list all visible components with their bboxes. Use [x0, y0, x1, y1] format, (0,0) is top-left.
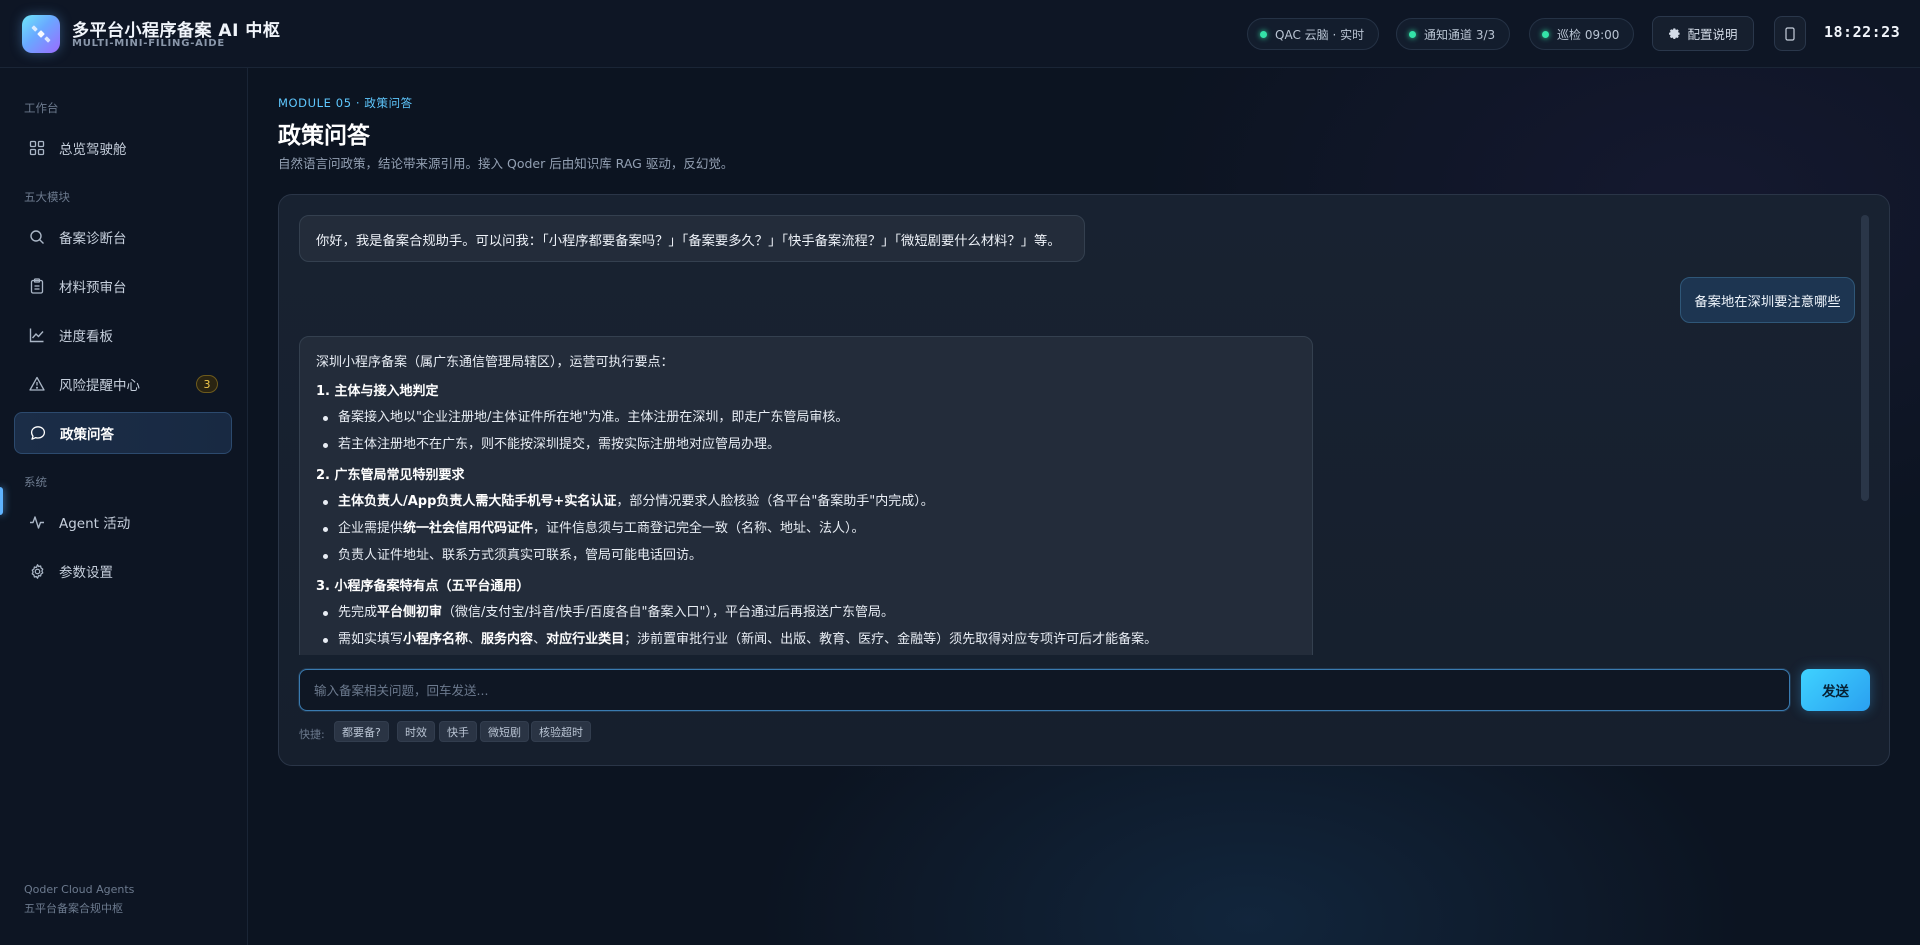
- answer-text: 需如实填写: [338, 632, 404, 647]
- sidebar-item-label: 参数设置: [59, 565, 113, 581]
- trend-chart-icon: [28, 326, 46, 344]
- assistant-message: 你好，我是备案合规助手。可以问我：「小程序都要备案吗？」「备案要多久？」「快手备…: [299, 215, 1085, 262]
- answer-heading: 3. 小程序备案特有点（五平台通用）: [316, 579, 530, 594]
- status-pill-patrol: 巡检 09:00: [1529, 18, 1635, 50]
- message-list[interactable]: 你好，我是备案合规助手。可以问我：「小程序都要备案吗？」「备案要多久？」「快手备…: [279, 195, 1889, 655]
- status-pill-qac: QAC 云脑 · 实时: [1247, 18, 1380, 50]
- phone-icon: [1785, 26, 1795, 41]
- app-logo: [22, 15, 60, 53]
- answer-text: （微信/支付宝/抖音/快手/百度各自"备案入口"），平台通过后再报送广东管局。: [442, 605, 895, 620]
- sidebar-item-agent[interactable]: Agent 活动: [14, 501, 232, 543]
- clock: 18:22:23: [1824, 23, 1901, 41]
- sidebar-item-label: 进度看板: [59, 329, 113, 345]
- answer-emphasis: 对应行业类目: [546, 632, 625, 647]
- answer-item: 若主体注册地不在广东，则不能按深圳提交，需按实际注册地对应管局办理。: [316, 436, 1296, 454]
- answer-text: 企业需提供: [338, 521, 404, 536]
- answer-item: 备案接入地以"企业注册地/主体证件所在地"为准。主体注册在深圳，即走广东管局审核…: [316, 409, 1296, 427]
- footer-tagline: 五平台备案合规中枢: [24, 902, 123, 915]
- answer-emphasis: 小程序名称: [403, 632, 469, 647]
- satellite-icon: [31, 25, 51, 43]
- app-subtitle: MULTI-MINI-FILING-AIDE: [72, 38, 225, 49]
- status-dot: [1409, 30, 1416, 38]
- quick-chip[interactable]: 微短剧: [480, 721, 529, 742]
- answer-text: ，部分情况要求人脸核验（各平台"备案助手"内完成）。: [616, 494, 934, 509]
- status-label: 通知通道 3/3: [1424, 27, 1496, 42]
- answer-text: ；涉前置审批行业（新闻、出版、教育、医疗、金融等）须先取得对应专项许可后才能备案…: [624, 632, 1158, 647]
- search-icon: [28, 228, 46, 246]
- sidebar-item-settings[interactable]: 参数设置: [14, 550, 232, 592]
- sidebar: 工作台 总览驾驶舱 五大模块 备案诊断台 材料预审台 进度看板 风险提醒中心 3: [0, 68, 248, 945]
- chat-bubble-icon: [29, 424, 47, 442]
- quick-chip[interactable]: 核验超时: [531, 721, 591, 742]
- answer-emphasis: 统一社会信用代码证件: [403, 521, 534, 536]
- answer-item: 先完成平台侧初审（微信/支付宝/抖音/快手/百度各自"备案入口"），平台通过后再…: [316, 604, 1296, 622]
- answer-item: 主体负责人/App负责人需大陆手机号+实名认证，部分情况要求人脸核验（各平台"备…: [316, 493, 1296, 511]
- sidebar-item-label: 备案诊断台: [59, 231, 127, 247]
- send-button[interactable]: 发送: [1801, 669, 1870, 711]
- active-indicator: [0, 487, 3, 515]
- answer-heading: 1. 主体与接入地判定: [316, 384, 439, 399]
- answer-emphasis: 服务内容: [481, 632, 534, 647]
- mobile-view-button[interactable]: [1774, 16, 1806, 51]
- chat-scrollbar[interactable]: [1861, 215, 1869, 501]
- answer-item: 企业需提供统一社会信用代码证件，证件信息须与工商登记完全一致（名称、地址、法人）…: [316, 520, 1296, 538]
- clipboard-icon: [28, 277, 46, 295]
- sidebar-item-label: 材料预审台: [59, 280, 127, 296]
- answer-emphasis: 主体负责人/App负责人需大陆手机号+实名认证: [338, 494, 617, 509]
- status-pill-notify: 通知通道 3/3: [1396, 18, 1511, 50]
- module-tag: MODULE 05 · 政策问答: [278, 96, 413, 110]
- answer-item: 需如实填写小程序名称、服务内容、对应行业类目；涉前置审批行业（新闻、出版、教育、…: [316, 631, 1296, 649]
- sidebar-item-progress[interactable]: 进度看板: [14, 314, 232, 356]
- quick-chip[interactable]: 时效: [397, 721, 435, 742]
- quick-chip[interactable]: 都要备?: [334, 721, 389, 742]
- quick-chip[interactable]: 快手: [439, 721, 477, 742]
- answer-heading: 2. 广东管局常见特别要求: [316, 468, 465, 483]
- gear-icon: [28, 562, 46, 580]
- answer-list: 备案接入地以"企业注册地/主体证件所在地"为准。主体注册在深圳，即走广东管局审核…: [316, 409, 1296, 454]
- sidebar-item-diagnosis[interactable]: 备案诊断台: [14, 216, 232, 258]
- answer-emphasis: 平台侧初审: [377, 605, 443, 620]
- chat-panel: 你好，我是备案合规助手。可以问我：「小程序都要备案吗？」「备案要多久？」「快手备…: [278, 194, 1890, 766]
- answer-text: 先完成: [338, 605, 378, 620]
- config-guide-label: 配置说明: [1687, 27, 1738, 42]
- answer-list: 先完成平台侧初审（微信/支付宝/抖音/快手/百度各自"备案入口"），平台通过后再…: [316, 604, 1296, 649]
- warning-icon: [28, 375, 46, 393]
- user-message: 备案地在深圳要注意哪些: [1680, 277, 1855, 323]
- answer-list: 主体负责人/App负责人需大陆手机号+实名认证，部分情况要求人脸核验（各平台"备…: [316, 493, 1296, 565]
- answer-text: ，证件信息须与工商登记完全一致（名称、地址、法人）。: [533, 521, 865, 536]
- answer-intro: 深圳小程序备案（属广东通信管理局辖区），运营可执行要点：: [316, 355, 674, 370]
- question-input[interactable]: [314, 682, 1789, 698]
- answer-item: 负责人证件地址、联系方式须真实可联系，管局可能电话回访。: [316, 547, 1296, 565]
- sidebar-item-label: 风险提醒中心: [59, 378, 140, 394]
- top-bar: 多平台小程序备案 AI 中枢 MULTI-MINI-FILING-AIDE QA…: [0, 0, 1920, 68]
- sidebar-item-dashboard[interactable]: 总览驾驶舱: [14, 127, 232, 169]
- sidebar-item-label: 总览驾驶舱: [59, 142, 127, 158]
- config-guide-button[interactable]: 配置说明: [1652, 16, 1754, 51]
- answer-text: 、: [533, 632, 547, 647]
- status-dot: [1260, 30, 1267, 38]
- answer-text: 、: [468, 632, 482, 647]
- sidebar-item-label: Agent 活动: [59, 516, 131, 532]
- sidebar-item-label: 政策问答: [60, 427, 114, 443]
- sidebar-item-policy-qa[interactable]: 政策问答: [14, 412, 232, 454]
- assistant-answer: 深圳小程序备案（属广东通信管理局辖区），运营可执行要点： 1. 主体与接入地判定…: [299, 336, 1313, 655]
- section-label-workbench: 工作台: [24, 101, 59, 115]
- section-label-modules: 五大模块: [24, 190, 70, 204]
- sidebar-item-risk[interactable]: 风险提醒中心 3: [14, 363, 232, 405]
- section-label-system: 系统: [24, 475, 47, 489]
- page-subtitle: 自然语言问政策，结论带来源引用。接入 Qoder 后由知识库 RAG 驱动，反幻…: [278, 156, 734, 171]
- grid-icon: [28, 139, 46, 157]
- risk-count-badge: 3: [196, 375, 218, 393]
- page-title: 政策问答: [278, 123, 370, 149]
- status-dot: [1542, 30, 1549, 38]
- gear-icon: [1669, 28, 1681, 39]
- question-input-wrapper: [299, 669, 1790, 711]
- quick-label: 快捷:: [299, 728, 325, 741]
- sidebar-item-materials[interactable]: 材料预审台: [14, 265, 232, 307]
- activity-icon: [28, 513, 46, 531]
- status-label: QAC 云脑 · 实时: [1275, 27, 1365, 42]
- status-label: 巡检 09:00: [1557, 27, 1620, 42]
- footer-brand: Qoder Cloud Agents: [24, 883, 135, 896]
